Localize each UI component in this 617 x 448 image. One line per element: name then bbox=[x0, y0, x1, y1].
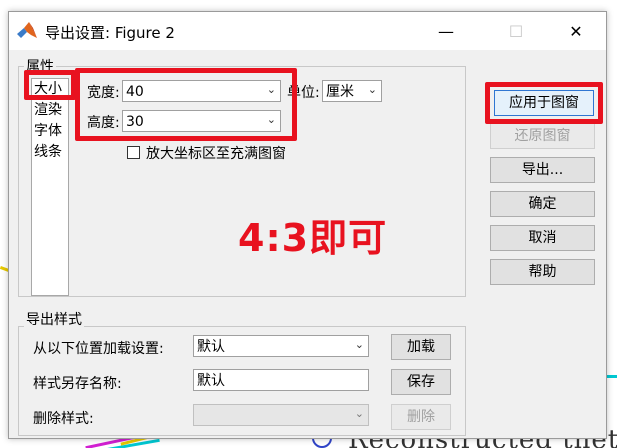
highlight-width-height bbox=[75, 68, 297, 141]
unit-value: 厘米 bbox=[326, 84, 354, 100]
list-item-lines[interactable]: 线条 bbox=[32, 142, 68, 163]
delete-style-label: 删除样式: bbox=[33, 411, 94, 427]
load-settings-label: 从以下位置加载设置: bbox=[33, 341, 164, 357]
highlight-apply-button bbox=[485, 82, 603, 124]
property-list[interactable]: 大小 渲染 字体 线条 bbox=[31, 78, 69, 296]
save-style-label: 样式另存名称: bbox=[33, 376, 122, 392]
chevron-down-icon: ⌄ bbox=[354, 407, 364, 420]
chevron-down-icon: ⌄ bbox=[367, 83, 377, 96]
save-style-value: 默认 bbox=[197, 373, 225, 389]
highlight-size-item bbox=[24, 70, 76, 100]
maximize-button[interactable]: ☐ bbox=[493, 12, 539, 50]
expand-axes-label: 放大坐标区至充满图窗 bbox=[146, 146, 286, 162]
save-button[interactable]: 保存 bbox=[391, 369, 451, 395]
minimize-icon: — bbox=[438, 21, 454, 41]
chevron-down-icon: ⌄ bbox=[354, 338, 364, 351]
cancel-button[interactable]: 取消 bbox=[490, 225, 595, 251]
list-item-rendering[interactable]: 渲染 bbox=[32, 100, 68, 121]
load-settings-dropdown[interactable]: 默认 ⌄ bbox=[193, 335, 369, 357]
matlab-logo-icon bbox=[17, 22, 37, 38]
export-button[interactable]: 导出... bbox=[490, 157, 595, 183]
close-button[interactable]: ✕ bbox=[553, 12, 599, 50]
ok-button[interactable]: 确定 bbox=[490, 191, 595, 217]
save-style-input[interactable]: 默认 bbox=[193, 369, 369, 391]
help-button[interactable]: 帮助 bbox=[490, 259, 595, 285]
restore-figure-button[interactable]: 还原图窗 bbox=[490, 123, 595, 149]
maximize-icon: ☐ bbox=[508, 21, 524, 41]
load-settings-value: 默认 bbox=[197, 339, 225, 355]
annotation-text: 4:3即可 bbox=[238, 216, 388, 260]
background-line bbox=[607, 375, 617, 378]
window-title: 导出设置: Figure 2 bbox=[45, 24, 175, 42]
delete-style-dropdown[interactable]: ⌄ bbox=[193, 404, 369, 426]
close-icon: ✕ bbox=[569, 21, 583, 41]
load-button[interactable]: 加载 bbox=[391, 334, 451, 360]
delete-button[interactable]: 删除 bbox=[391, 404, 451, 430]
list-item-font[interactable]: 字体 bbox=[32, 121, 68, 142]
minimize-button[interactable]: — bbox=[423, 12, 469, 50]
unit-dropdown[interactable]: 厘米 ⌄ bbox=[322, 80, 382, 102]
title-bar: 导出设置: Figure 2 — ☐ ✕ bbox=[9, 12, 606, 50]
expand-axes-checkbox[interactable] bbox=[127, 146, 140, 159]
export-styles-group-label: 导出样式 bbox=[24, 309, 84, 329]
